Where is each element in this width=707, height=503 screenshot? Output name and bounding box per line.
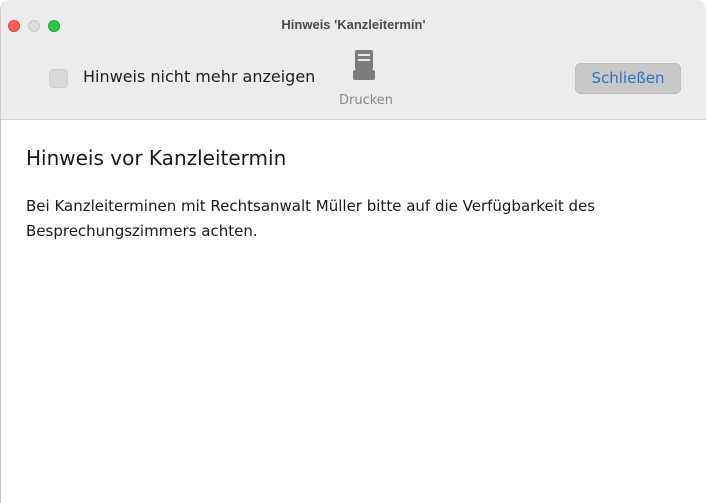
close-button[interactable]: Schließen bbox=[575, 63, 681, 94]
hint-heading: Hinweis vor Kanzleitermin bbox=[26, 146, 287, 170]
dont-show-again-label[interactable]: Hinweis nicht mehr anzeigen bbox=[83, 67, 315, 86]
hint-content: Hinweis vor Kanzleitermin Bei Kanzleiter… bbox=[26, 146, 686, 244]
print-label: Drucken bbox=[339, 93, 394, 108]
window-title: Hinweis 'Kanzleitermin' bbox=[281, 17, 426, 32]
hint-body-line: Besprechungszimmers achten. bbox=[26, 222, 258, 240]
hint-body-line: Bei Kanzleiterminen mit Rechtsanwalt Mül… bbox=[26, 197, 596, 215]
hint-body: Bei Kanzleiterminen mit Rechtsanwalt Mül… bbox=[26, 194, 686, 244]
dialog-window: Hinweis 'Kanzleitermin' Hinweis nicht me… bbox=[0, 0, 706, 503]
dont-show-again-checkbox[interactable] bbox=[49, 69, 68, 88]
print-button[interactable]: Drucken bbox=[337, 48, 409, 112]
title-bar: Hinweis 'Kanzleitermin' Hinweis nicht me… bbox=[1, 0, 706, 120]
printer-icon bbox=[353, 50, 375, 80]
